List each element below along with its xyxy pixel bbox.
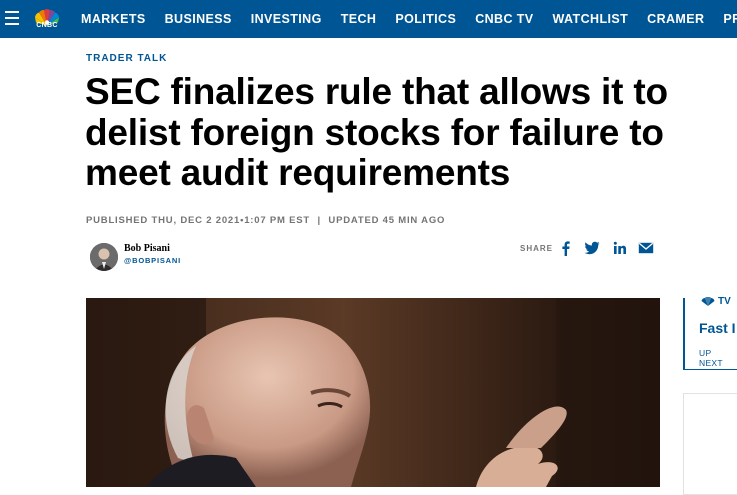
article-hero-image[interactable] — [86, 298, 660, 487]
updated-time: UPDATED 45 MIN AGO — [328, 215, 446, 226]
logo-text: CNBC — [36, 22, 58, 29]
nav-item-business[interactable]: BUSINESS — [165, 12, 232, 26]
rail-up-next: UP NEXT — [699, 348, 723, 368]
nav-item-politics[interactable]: POLITICS — [395, 12, 456, 26]
main-nav: MARKETS BUSINESS INVESTING TECH POLITICS… — [81, 0, 737, 38]
article-headline: SEC finalizes rule that allows it to del… — [85, 71, 737, 194]
rail-ad-box — [683, 393, 737, 495]
timestamp-separator: | — [317, 215, 321, 226]
share-label: SHARE — [520, 244, 554, 253]
email-icon[interactable] — [638, 240, 654, 256]
author-twitter-handle[interactable]: @BOBPISANI — [124, 256, 181, 265]
nav-item-markets[interactable]: MARKETS — [81, 12, 146, 26]
nav-item-watchlist[interactable]: WATCHLIST — [553, 12, 629, 26]
article-kicker[interactable]: TRADER TALK — [86, 53, 167, 64]
author-photo — [90, 243, 118, 271]
peacock-icon — [701, 296, 715, 306]
nav-item-cramer[interactable]: CRAMER — [647, 12, 704, 26]
cnbc-tv-logo: TV — [700, 296, 731, 307]
author-name[interactable]: Bob Pisani — [124, 243, 170, 254]
twitter-icon[interactable] — [584, 240, 600, 256]
rail-show-title[interactable]: Fast I — [699, 320, 736, 336]
cnbc-tv-label: TV — [718, 296, 731, 307]
headline-line-3: meet audit requirements — [85, 152, 511, 193]
article-timestamp: PUBLISHED THU, DEC 2 2021•1:07 PM EST | … — [86, 215, 445, 226]
headline-line-2: delist foreign stocks for failure to — [85, 111, 664, 153]
nav-item-tech[interactable]: TECH — [341, 12, 377, 26]
top-nav-bar: CNBC MARKETS BUSINESS INVESTING TECH POL… — [0, 0, 737, 38]
nav-item-investing[interactable]: INVESTING — [251, 12, 322, 26]
nav-item-cnbc-tv[interactable]: CNBC TV — [475, 12, 533, 26]
nav-item-pro[interactable]: PRO — [723, 12, 737, 26]
hamburger-menu-icon[interactable] — [5, 11, 19, 25]
hero-photo — [86, 298, 660, 487]
published-time: PUBLISHED THU, DEC 2 2021•1:07 PM EST — [86, 215, 311, 226]
facebook-icon[interactable] — [558, 240, 574, 256]
author-avatar[interactable] — [90, 243, 118, 271]
linkedin-icon[interactable] — [612, 240, 628, 256]
headline-line-1: SEC finalizes rule that allows it to — [85, 71, 668, 112]
